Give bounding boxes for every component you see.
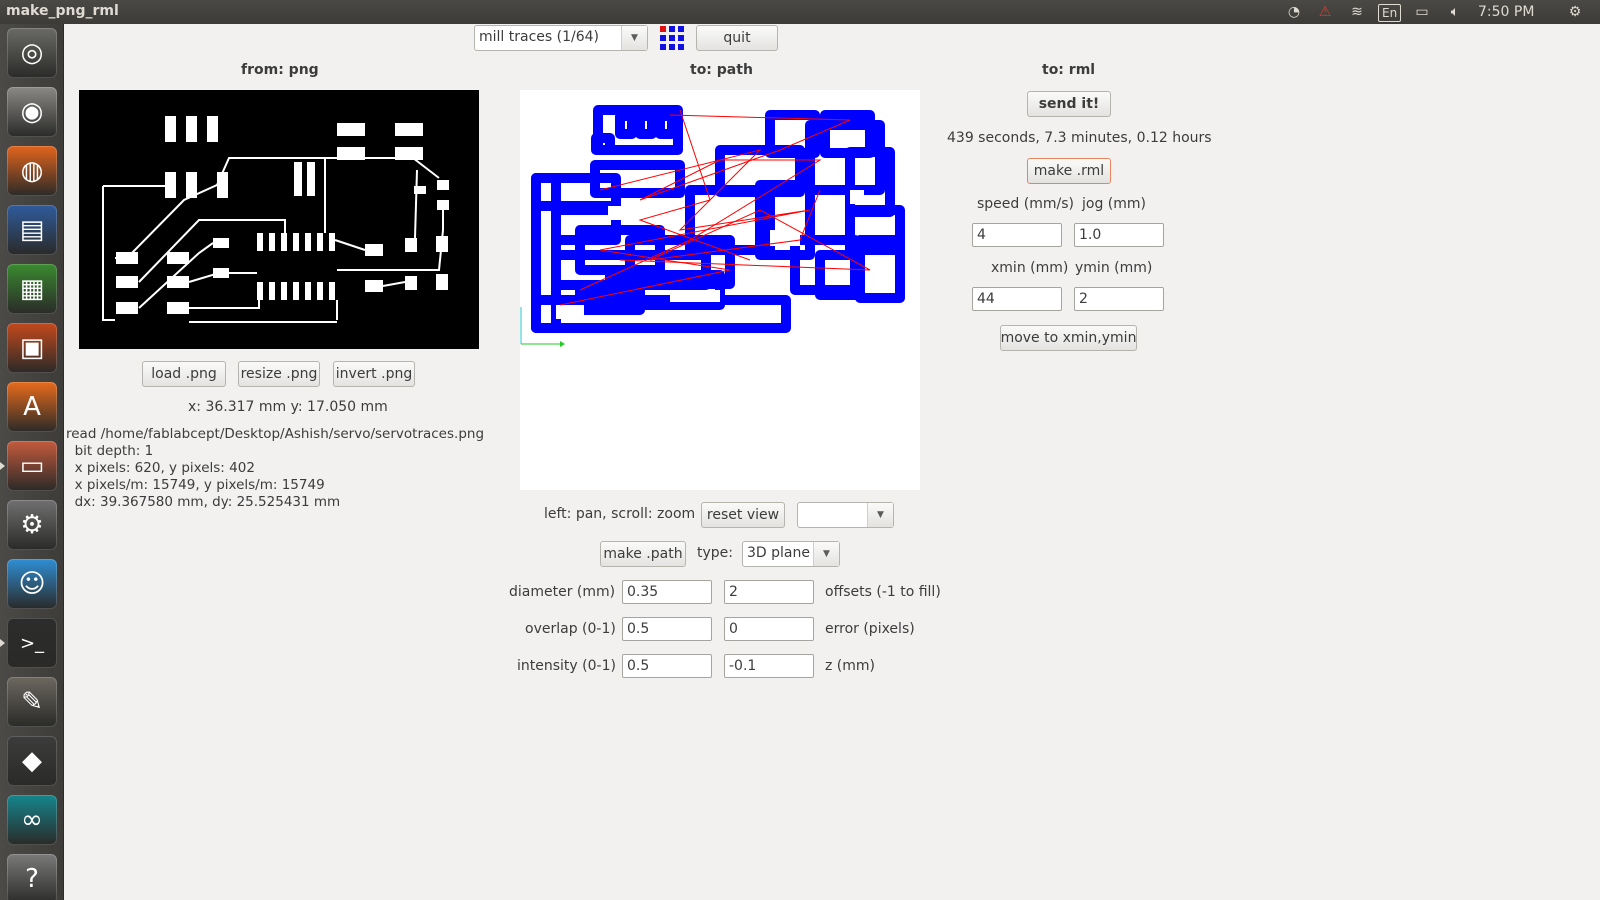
ymin-field[interactable]: 2 bbox=[1074, 287, 1164, 311]
quit-button[interactable]: quit bbox=[696, 25, 778, 51]
top-panel: make_png_rml ◔ ⚠ ≋ En ▭ 🔈︎ 7:50 PM ⚙ bbox=[0, 0, 1600, 24]
error-label: error (pixels) bbox=[825, 621, 915, 637]
path-type-select[interactable]: 3D plane ▼ bbox=[742, 541, 840, 567]
window-title: make_png_rml bbox=[6, 3, 119, 19]
overlap-label: overlap (0-1) bbox=[525, 621, 616, 637]
info-line: bit depth: 1 bbox=[66, 443, 154, 459]
launcher: ◎ ◉ ◍ ▤ ▦ ▣ A ▭ ⚙ ☺ >_ ✎ ◆ ∞? bbox=[0, 24, 64, 900]
move-to-xmin-ymin-button[interactable]: move to xmin,ymin bbox=[1000, 325, 1137, 351]
rml-panel-header: to: rml bbox=[1042, 62, 1096, 78]
png-panel-header: from: png bbox=[241, 62, 319, 78]
terminal-icon[interactable]: >_ bbox=[7, 618, 57, 668]
info-line: x pixels: 620, y pixels: 402 bbox=[66, 460, 255, 476]
file-manager-icon[interactable]: ▭ bbox=[7, 441, 57, 491]
gear-icon[interactable]: ⚙ bbox=[1566, 3, 1584, 21]
cursor-coordinates: x: 36.317 mm y: 17.050 mm bbox=[188, 399, 388, 415]
png-info: read /home/fablabcept/Desktop/Ashish/ser… bbox=[66, 426, 484, 511]
wifi-icon[interactable]: ≋ bbox=[1346, 3, 1368, 21]
toolpath-gap bbox=[670, 290, 720, 302]
diameter-field[interactable]: 0.35 bbox=[622, 580, 712, 604]
overlap-field[interactable]: 0.5 bbox=[622, 617, 712, 641]
error-field[interactable]: 0 bbox=[724, 617, 814, 641]
process-select-value: mill traces (1/64) bbox=[479, 29, 599, 45]
jog-label: jog (mm) bbox=[1082, 196, 1146, 212]
arduino-icon[interactable]: ∞ bbox=[7, 795, 57, 845]
make-path-button[interactable]: make .path bbox=[600, 541, 686, 567]
load-png-button[interactable]: load .png bbox=[142, 361, 226, 387]
volume-icon[interactable]: 🔈︎ bbox=[1444, 3, 1466, 21]
running-indicator bbox=[0, 639, 5, 647]
calc-icon[interactable]: ▦ bbox=[7, 264, 57, 314]
xmin-field[interactable]: 44 bbox=[972, 287, 1062, 311]
inkscape-icon[interactable]: ◆ bbox=[7, 736, 57, 786]
diameter-label: diameter (mm) bbox=[509, 584, 616, 600]
z-field[interactable]: -0.1 bbox=[724, 654, 814, 678]
path-type-value: 3D plane bbox=[747, 545, 810, 561]
z-label: z (mm) bbox=[825, 658, 875, 674]
gimp-icon[interactable]: ✎ bbox=[7, 677, 57, 727]
speed-label: speed (mm/s) bbox=[977, 196, 1074, 212]
process-select[interactable]: mill traces (1/64) ▼ bbox=[474, 25, 648, 51]
offsets-label: offsets (-1 to fill) bbox=[825, 584, 941, 600]
toolpath-segment bbox=[655, 111, 677, 139]
reset-view-button[interactable]: reset view bbox=[701, 502, 785, 528]
view-select[interactable]: ▼ bbox=[797, 502, 894, 528]
toolpath-gap bbox=[608, 206, 632, 220]
toolpath-segment bbox=[635, 111, 657, 139]
path-panel-header: to: path bbox=[690, 62, 753, 78]
ymin-label: ymin (mm) bbox=[1075, 260, 1153, 276]
warning-icon[interactable]: ⚠ bbox=[1315, 3, 1335, 21]
system-settings-icon[interactable]: ⚙ bbox=[7, 500, 57, 550]
clock[interactable]: 7:50 PM bbox=[1478, 3, 1538, 21]
chat-icon[interactable]: ☺ bbox=[7, 559, 57, 609]
help-icon[interactable]: ? bbox=[7, 854, 57, 900]
info-line: read /home/fablabcept/Desktop/Ashish/ser… bbox=[66, 426, 485, 442]
view-hint: left: pan, scroll: zoom bbox=[544, 506, 696, 522]
keyboard-language-indicator[interactable]: En bbox=[1378, 4, 1402, 22]
writer-icon[interactable]: ▤ bbox=[7, 205, 57, 255]
info-line: x pixels/m: 15749, y pixels/m: 15749 bbox=[66, 477, 325, 493]
software-center-icon[interactable]: A bbox=[7, 382, 57, 432]
grid-icon[interactable] bbox=[660, 26, 684, 50]
sync-icon[interactable]: ◔ bbox=[1286, 3, 1302, 21]
battery-icon[interactable]: ▭ bbox=[1410, 3, 1434, 21]
impress-icon[interactable]: ▣ bbox=[7, 323, 57, 373]
speed-field[interactable]: 4 bbox=[972, 223, 1062, 247]
ubuntu-dash-icon[interactable]: ◎ bbox=[7, 28, 57, 78]
offsets-field[interactable]: 2 bbox=[724, 580, 814, 604]
invert-png-button[interactable]: invert .png bbox=[333, 361, 415, 387]
running-indicator bbox=[0, 462, 5, 470]
resize-png-button[interactable]: resize .png bbox=[238, 361, 320, 387]
toolpath-segment bbox=[615, 111, 637, 139]
toolpath-gap bbox=[850, 190, 864, 204]
camera-icon[interactable]: ◉ bbox=[7, 87, 57, 137]
intensity-label: intensity (0-1) bbox=[517, 658, 616, 674]
x-axis-arrow-icon bbox=[560, 341, 565, 347]
info-line: dx: 39.367580 mm, dy: 25.525431 mm bbox=[66, 494, 341, 510]
toolpath-gap bbox=[556, 305, 584, 319]
xmin-label: xmin (mm) bbox=[991, 260, 1069, 276]
time-estimate: 439 seconds, 7.3 minutes, 0.12 hours bbox=[947, 130, 1212, 146]
intensity-field[interactable]: 0.5 bbox=[622, 654, 712, 678]
chevron-down-icon: ▼ bbox=[621, 26, 647, 50]
png-preview[interactable] bbox=[79, 90, 479, 349]
type-label: type: bbox=[697, 545, 733, 561]
make-rml-button[interactable]: make .rml bbox=[1027, 158, 1111, 184]
chevron-down-icon: ▼ bbox=[813, 542, 839, 566]
path-view-canvas[interactable] bbox=[520, 90, 920, 490]
jog-field[interactable]: 1.0 bbox=[1074, 223, 1164, 247]
send-it-button[interactable]: send it! bbox=[1027, 91, 1111, 117]
chevron-down-icon: ▼ bbox=[867, 503, 893, 527]
firefox-icon[interactable]: ◍ bbox=[7, 146, 57, 196]
